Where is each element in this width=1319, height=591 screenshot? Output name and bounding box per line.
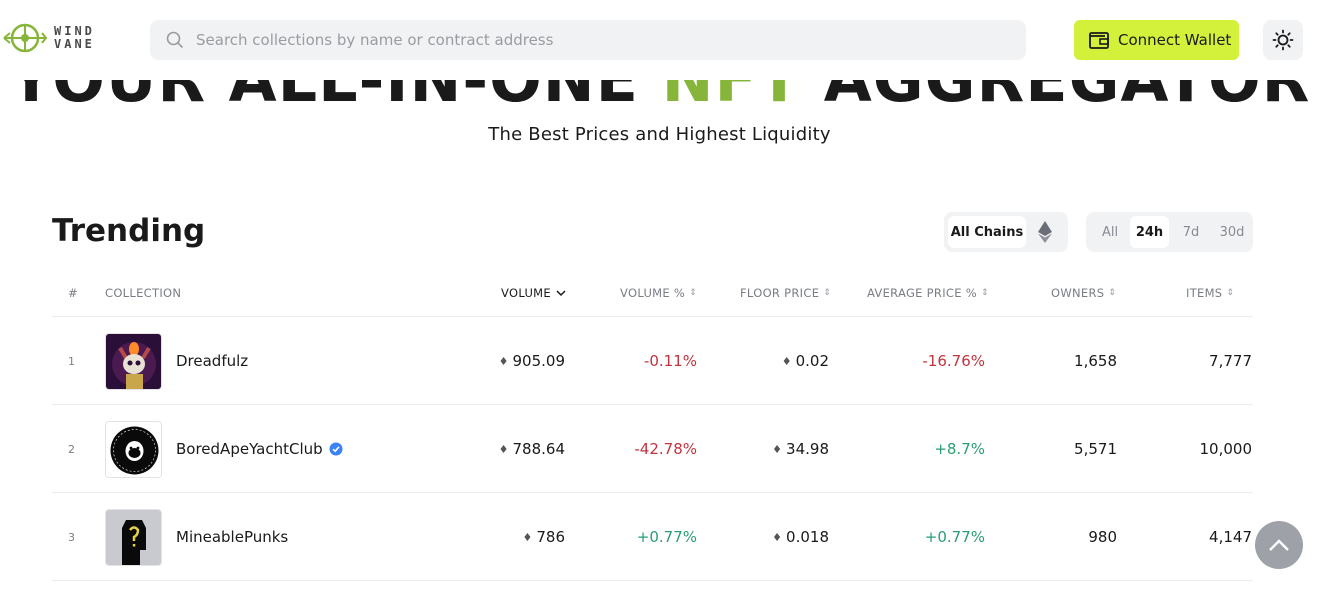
collection-name-text: BoredApeYachtClub bbox=[176, 440, 323, 458]
sort-icon: ⇕ bbox=[689, 288, 697, 298]
col-avg-pct-label: AVERAGE PRICE % bbox=[867, 286, 977, 300]
row-floor-value: 34.98 bbox=[786, 440, 829, 458]
row-owners: 5,571 bbox=[1074, 440, 1117, 458]
row-rank: 1 bbox=[68, 354, 75, 368]
row-owners: 1,658 bbox=[1074, 352, 1117, 370]
col-collection: COLLECTION bbox=[105, 286, 182, 300]
ethereum-icon: ♦ bbox=[498, 354, 509, 368]
bayc-avatar-image bbox=[106, 422, 161, 477]
collection-name[interactable]: BoredApeYachtClub bbox=[176, 405, 343, 493]
ethereum-icon: ♦ bbox=[772, 530, 783, 544]
col-floor-label: FLOOR PRICE bbox=[740, 286, 820, 300]
table-header: # COLLECTION VOLUME VOLUME % ⇕ FLOOR PRIC… bbox=[52, 272, 1253, 317]
row-rank: 3 bbox=[68, 530, 75, 544]
col-items-label: ITEMS bbox=[1186, 286, 1223, 300]
theme-toggle-button[interactable] bbox=[1263, 20, 1303, 60]
period-all-button[interactable]: All bbox=[1090, 216, 1130, 248]
ethereum-icon bbox=[1038, 221, 1052, 243]
search-icon bbox=[166, 31, 184, 49]
period-7d-button[interactable]: 7d bbox=[1169, 216, 1213, 248]
collection-avatar bbox=[105, 421, 162, 478]
col-volume-pct-label: VOLUME % bbox=[620, 286, 686, 300]
sort-icon: ⇕ bbox=[1108, 288, 1117, 298]
chain-ethereum-button[interactable] bbox=[1026, 216, 1064, 248]
row-volume: ♦ 786 bbox=[452, 493, 565, 581]
ethereum-icon: ♦ bbox=[781, 354, 792, 368]
row-volume-pct: +0.77% bbox=[636, 528, 697, 546]
logo-text: WIND VANE bbox=[54, 25, 95, 51]
chain-all-button[interactable]: All Chains bbox=[948, 216, 1026, 248]
col-volume-label: VOLUME bbox=[501, 286, 551, 300]
row-items: 4,147 bbox=[1209, 528, 1252, 546]
row-avg-price-pct: +8.7% bbox=[934, 440, 985, 458]
row-avg-price-pct: +0.77% bbox=[924, 528, 985, 546]
row-volume-pct: -42.78% bbox=[634, 440, 697, 458]
row-items: 10,000 bbox=[1199, 440, 1253, 458]
table-row[interactable]: 3 MineablePunks ♦ 786 +0.77% ♦ 0.018 +0.77… bbox=[52, 493, 1253, 581]
row-floor-value: 0.02 bbox=[795, 352, 829, 370]
row-volume-value: 786 bbox=[536, 528, 565, 546]
logo[interactable]: WIND VANE bbox=[2, 20, 95, 56]
collection-name-text: Dreadfulz bbox=[176, 352, 249, 370]
chevron-up-icon bbox=[1269, 539, 1289, 551]
sort-icon: ⇕ bbox=[823, 288, 832, 298]
row-volume: ♦ 905.09 bbox=[452, 317, 565, 405]
period-24h-button[interactable]: 24h bbox=[1130, 216, 1169, 248]
col-volume-pct[interactable]: VOLUME % ⇕ bbox=[620, 286, 697, 300]
chain-filter: All Chains bbox=[944, 212, 1068, 252]
sun-icon bbox=[1272, 29, 1294, 51]
top-header: WIND VANE Connect Wallet bbox=[0, 0, 1319, 80]
col-volume[interactable]: VOLUME bbox=[501, 286, 566, 300]
period-30d-button[interactable]: 30d bbox=[1213, 216, 1251, 248]
row-volume: ♦ 788.64 bbox=[452, 405, 565, 493]
col-floor-price[interactable]: FLOOR PRICE ⇕ bbox=[740, 286, 831, 300]
hero-subtitle: The Best Prices and Highest Liquidity bbox=[488, 124, 831, 145]
wallet-icon bbox=[1089, 32, 1109, 49]
dreadfulz-avatar-image bbox=[106, 334, 161, 389]
row-avg-price-pct: -16.76% bbox=[922, 352, 985, 370]
row-volume-value: 905.09 bbox=[512, 352, 566, 370]
row-volume-pct: -0.11% bbox=[643, 352, 697, 370]
period-filter: All 24h 7d 30d bbox=[1086, 212, 1253, 252]
trending-title: Trending bbox=[52, 213, 206, 249]
collection-name[interactable]: Dreadfulz bbox=[176, 317, 248, 405]
row-floor-price: ♦ 0.02 bbox=[732, 317, 829, 405]
connect-wallet-button[interactable]: Connect Wallet bbox=[1074, 20, 1239, 60]
collection-name-text: MineablePunks bbox=[176, 528, 289, 546]
col-items[interactable]: ITEMS ⇕ bbox=[1186, 286, 1234, 300]
col-average-price-pct[interactable]: AVERAGE PRICE % ⇕ bbox=[867, 286, 989, 300]
row-owners: 980 bbox=[1088, 528, 1117, 546]
collection-avatar bbox=[105, 509, 162, 566]
sort-icon: ⇕ bbox=[980, 288, 989, 298]
search-bar[interactable] bbox=[150, 20, 1026, 60]
ethereum-icon: ♦ bbox=[522, 530, 533, 544]
row-rank: 2 bbox=[68, 442, 75, 456]
scroll-to-top-button[interactable] bbox=[1255, 521, 1303, 569]
row-floor-price: ♦ 0.018 bbox=[732, 493, 829, 581]
logo-line-2: VANE bbox=[54, 37, 95, 51]
row-floor-value: 0.018 bbox=[786, 528, 829, 546]
page: YOUR ALL-IN-ONE NFT AGGREGATOR The Best … bbox=[0, 0, 1319, 591]
ethereum-icon: ♦ bbox=[498, 442, 509, 456]
search-input[interactable] bbox=[196, 31, 956, 49]
mineablepunks-avatar-image bbox=[106, 510, 161, 565]
row-floor-price: ♦ 34.98 bbox=[732, 405, 829, 493]
table-row[interactable]: 2 BoredApeYachtClub ♦ 788.64 -42.78% ♦ 34.… bbox=[52, 405, 1253, 493]
ethereum-icon: ♦ bbox=[772, 442, 783, 456]
col-rank: # bbox=[68, 286, 78, 300]
table-row[interactable]: 1 Dreadfulz ♦ 905.09 -0.11% ♦ 0.02 -16.76%… bbox=[52, 317, 1253, 405]
chevron-down-icon bbox=[556, 290, 566, 297]
sort-icon: ⇕ bbox=[1226, 288, 1235, 298]
collection-name[interactable]: MineablePunks bbox=[176, 493, 288, 581]
collection-avatar bbox=[105, 333, 162, 390]
connect-wallet-label: Connect Wallet bbox=[1118, 31, 1232, 49]
trending-table: # COLLECTION VOLUME VOLUME % ⇕ FLOOR PRIC… bbox=[52, 272, 1253, 581]
col-owners-label: OWNERS bbox=[1051, 286, 1105, 300]
col-owners[interactable]: OWNERS ⇕ bbox=[1051, 286, 1116, 300]
verified-icon bbox=[329, 442, 343, 456]
windvane-logo-icon bbox=[3, 23, 48, 53]
row-items: 7,777 bbox=[1209, 352, 1252, 370]
row-volume-value: 788.64 bbox=[512, 440, 566, 458]
